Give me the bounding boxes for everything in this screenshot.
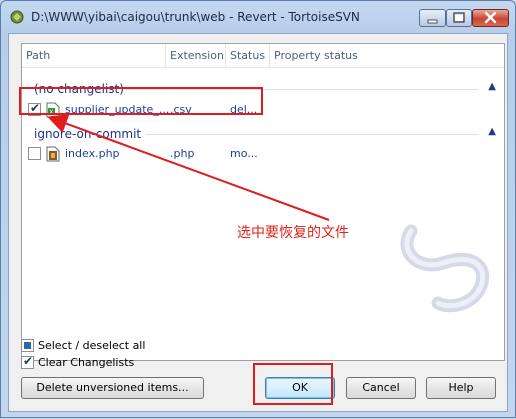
annotation-arrow [47, 114, 330, 221]
revert-dialog: D:\WWW\yibai\caigou\trunk\web - Revert -… [0, 0, 516, 418]
annotation-text: 选中要恢复的文件 [237, 225, 349, 241]
tortoisesvn-watermark-icon [400, 224, 490, 313]
